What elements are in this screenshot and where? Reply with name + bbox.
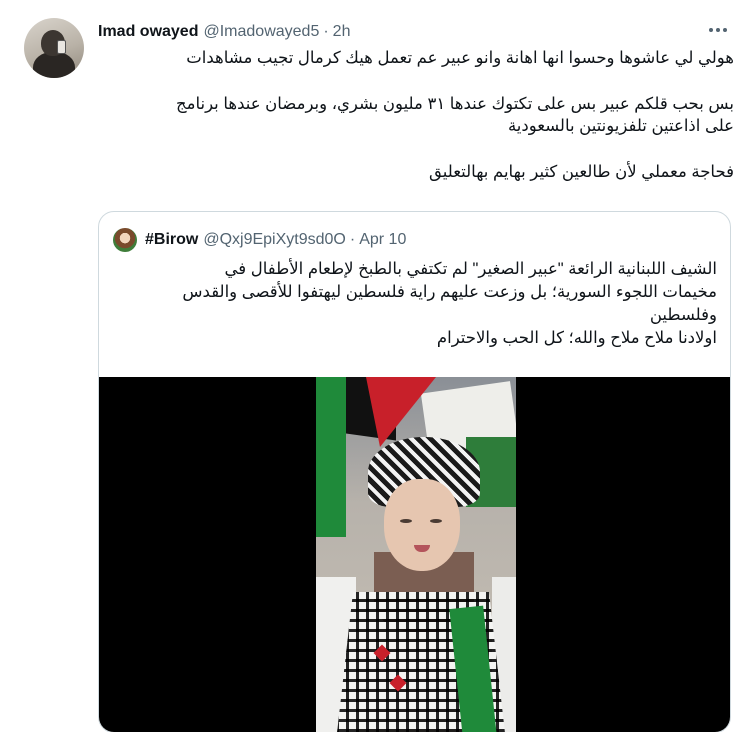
quoted-tweet-card[interactable]: #Birow @Qxj9EpiXyt9sd0O · Apr 10 الشيف ا…	[98, 211, 731, 732]
quoted-header-separator: ·	[349, 231, 356, 248]
quoted-author-handle[interactable]: @Qxj9EpiXyt9sd0O	[203, 231, 346, 249]
tweet-line: على اذاعتين تلفزيونتين بالسعودية	[507, 117, 734, 135]
quoted-tweet-body: الشيف اللبنانية الرائعة "عبير الصغير" لم…	[113, 258, 717, 350]
tweet-line: فحاجة معملي لأن طالعين كثير بهايم بهالتع…	[429, 163, 734, 181]
tweet-line: هولي لي عاشوها وحسوا انها اهانة وانو عبي…	[186, 49, 734, 67]
media-face	[384, 479, 460, 571]
more-options-button[interactable]	[704, 18, 732, 42]
quoted-line: اولادنا ملاح ملاح والله؛ كل الحب والاحتر…	[436, 329, 717, 347]
quoted-author-avatar[interactable]	[113, 228, 137, 252]
tweet-timestamp[interactable]: 2h	[333, 23, 351, 41]
quoted-author-name[interactable]: #Birow	[145, 231, 198, 249]
author-avatar[interactable]	[24, 18, 84, 78]
quoted-line: وفلسطين	[649, 306, 717, 324]
tweet-body: هولي لي عاشوها وحسوا انها اهانة وانو عبي…	[98, 47, 734, 183]
avatar-phone-shape	[57, 40, 66, 54]
media-photo	[316, 377, 516, 732]
quoted-media-video[interactable]	[99, 377, 730, 732]
tweet-line: بس بحب قلكم عبير بس على تكتوك عندها ٣١ م…	[175, 95, 734, 113]
more-horizontal-icon	[709, 28, 713, 32]
quoted-tweet-header: #Birow @Qxj9EpiXyt9sd0O · Apr 10	[113, 228, 406, 252]
tweet-header: Imad owayed @Imadowayed5 · 2h	[98, 22, 350, 42]
author-name[interactable]: Imad owayed	[98, 23, 198, 41]
quoted-line: مخيمات اللجوء السورية؛ بل وزعت عليهم راي…	[182, 283, 717, 301]
quoted-line: الشيف اللبنانية الرائعة "عبير الصغير" لم…	[224, 260, 717, 278]
author-handle[interactable]: @Imadowayed5	[203, 23, 319, 41]
quoted-timestamp[interactable]: Apr 10	[359, 231, 406, 249]
header-separator: ·	[323, 23, 329, 40]
